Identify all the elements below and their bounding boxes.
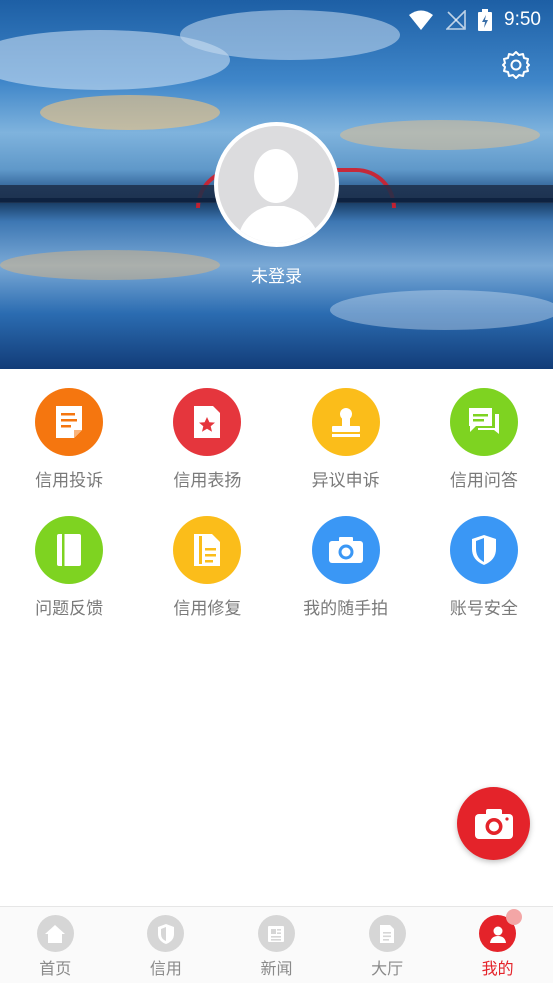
cloud [340,120,540,150]
nav-item-hall[interactable]: 大厅 [332,907,443,983]
nav-label: 信用 [149,959,182,978]
cloud-reflection [330,290,553,330]
menu-item-credit-praise[interactable]: 信用表扬 [138,388,276,516]
book-icon [35,516,104,584]
login-status-text[interactable]: 未登录 [0,262,553,287]
home-icon [36,915,74,952]
profile-screen: 9:50 未登录 信用投诉 信用表扬 异议申诉 信用问答 问题反馈 信用修复 我… [0,0,553,983]
menu-item-account-security[interactable]: 账号安全 [415,516,553,644]
menu-item-credit-qa[interactable]: 信用问答 [415,388,553,516]
grid-row: 信用投诉 信用表扬 异议申诉 信用问答 [0,388,553,516]
complaint-doc-icon [35,388,104,456]
chat-bubble-icon [449,388,518,456]
shield-icon [147,915,185,952]
news-icon [257,915,295,952]
menu-item-feedback[interactable]: 问题反馈 [0,516,138,644]
header-background: 9:50 未登录 [0,0,553,369]
praise-star-icon [173,388,242,456]
shield-icon [449,516,518,584]
menu-item-credit-repair[interactable]: 信用修复 [138,516,276,644]
camera-icon [474,808,513,839]
nav-label: 新闻 [260,959,293,978]
default-user-icon [236,149,321,243]
camera-icon [311,516,380,584]
user-icon [479,909,523,952]
stamp-icon [311,388,380,456]
snapshot-camera-button[interactable] [457,787,530,860]
wifi-icon [409,10,434,30]
settings-gear-icon[interactable] [501,50,531,80]
nav-item-news[interactable]: 新闻 [221,907,332,983]
nav-item-credit[interactable]: 信用 [111,907,222,983]
menu-item-label: 信用修复 [173,599,242,619]
nav-item-home[interactable]: 首页 [0,907,111,983]
cloud [180,10,400,60]
status-bar: 9:50 [408,6,541,34]
grid-row: 问题反馈 信用修复 我的随手拍 账号安全 [0,516,553,644]
nav-label: 首页 [39,959,72,978]
battery-icon [478,9,493,31]
notification-badge [506,909,523,925]
cloud [40,95,220,130]
signal-icon [446,10,466,30]
menu-item-label: 我的随手拍 [303,599,389,619]
nav-label: 我的 [481,959,514,978]
menu-item-label: 信用表扬 [173,471,242,491]
menu-item-credit-complaint[interactable]: 信用投诉 [0,388,138,516]
menu-item-objection-appeal[interactable]: 异议申诉 [277,388,415,516]
menu-item-label: 异议申诉 [311,471,380,491]
menu-item-label: 账号安全 [449,599,518,619]
menu-item-label: 问题反馈 [35,599,104,619]
menu-item-my-snapshots[interactable]: 我的随手拍 [277,516,415,644]
nav-label: 大厅 [371,959,404,978]
menu-item-label: 信用问答 [449,471,518,491]
status-time: 9:50 [504,9,541,30]
avatar[interactable] [214,122,339,247]
bottom-navigation: 首页 信用 新闻 大厅 我的 [0,906,553,983]
repair-doc-icon [173,516,242,584]
menu-item-label: 信用投诉 [35,471,104,491]
function-grid: 信用投诉 信用表扬 异议申诉 信用问答 问题反馈 信用修复 我的随手拍 账号安全 [0,388,553,644]
nav-item-mine[interactable]: 我的 [442,907,553,983]
hall-doc-icon [368,915,406,952]
